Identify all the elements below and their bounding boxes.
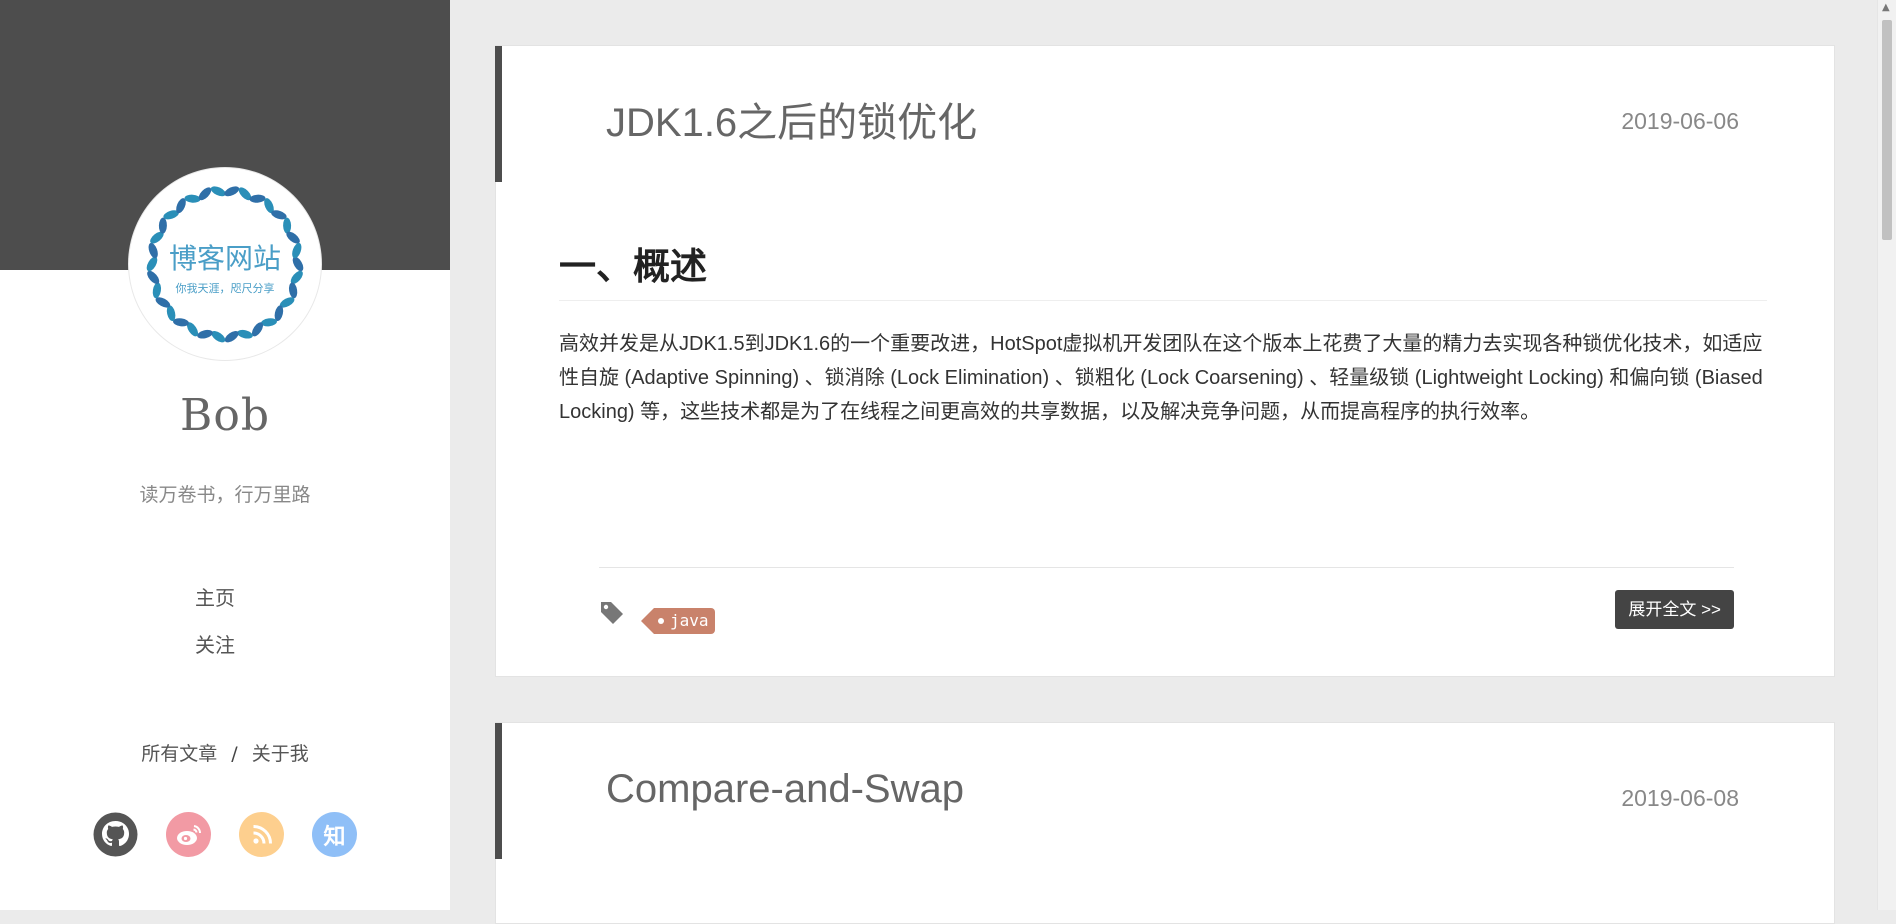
- wreath-leaf: [249, 194, 266, 203]
- sidebar: 博客网站 你我天涯，咫尺分享 Bob 读万卷书，行万里路 主页 关注 所有文章 /…: [0, 0, 450, 910]
- github-icon[interactable]: [93, 812, 138, 857]
- scrollbar-thumb[interactable]: [1882, 20, 1892, 240]
- wreath-leaf: [152, 282, 162, 299]
- sidebar-nav: 主页 关注: [0, 585, 430, 658]
- svg-text:你我天涯，咫尺分享: 你我天涯，咫尺分享: [176, 281, 275, 295]
- wreath-leaf: [224, 331, 239, 343]
- rss-icon[interactable]: [239, 812, 284, 857]
- post-date: 2019-06-08: [1621, 785, 1739, 811]
- author-name: Bob: [180, 390, 270, 441]
- wreath-leaf: [197, 329, 213, 339]
- tag-java[interactable]: java: [641, 608, 715, 634]
- post-title[interactable]: Compare-and-Swap: [606, 767, 964, 812]
- tag-icon: [599, 600, 625, 630]
- wreath-leaf: [292, 242, 302, 259]
- post-card: JDK1.6之后的锁优化 2019-06-06 一、概述 高效并发是从JDK1.…: [495, 45, 1835, 677]
- post-accent-bar: [495, 46, 502, 182]
- post-paragraph: 高效并发是从JDK1.5到JDK1.6的一个重要改进，HotSpot虚拟机开发团…: [559, 333, 1763, 423]
- svg-text:博客网站: 博客网站: [169, 242, 281, 275]
- wreath-leaf: [261, 318, 277, 327]
- nav-follow-link[interactable]: 关注: [195, 632, 235, 658]
- nav-home-link[interactable]: 主页: [195, 585, 235, 611]
- wreath-leaf: [158, 217, 167, 234]
- about-me-link[interactable]: 关于我: [252, 743, 309, 765]
- wreath-leaf: [173, 318, 189, 327]
- social-links: 知: [93, 812, 357, 857]
- post-excerpt: 一、概述 高效并发是从JDK1.5到JDK1.6的一个重要改进，HotSpot虚…: [559, 236, 1767, 429]
- post-date: 2019-06-06: [1621, 108, 1739, 134]
- wreath-leaf: [148, 242, 158, 259]
- wreath-leaf: [224, 186, 240, 197]
- wreath-leaf: [288, 282, 298, 299]
- post-card: Compare-and-Swap 2019-06-08: [495, 722, 1835, 924]
- wreath-leaf: [237, 329, 253, 339]
- post-footer: java 展开全文 >>: [599, 567, 1734, 638]
- page-scrollbar[interactable]: ▲: [1877, 0, 1896, 910]
- weibo-icon[interactable]: [166, 812, 211, 857]
- zhihu-icon[interactable]: 知: [312, 812, 357, 857]
- scroll-up-arrow-icon[interactable]: ▲: [1882, 2, 1890, 13]
- wreath-leaf: [184, 194, 201, 203]
- wreath-leaf: [292, 256, 304, 272]
- wreath-leaf: [146, 256, 158, 272]
- read-more-button[interactable]: 展开全文 >>: [1615, 590, 1734, 629]
- all-posts-link[interactable]: 所有文章: [141, 743, 217, 765]
- avatar-logo: 博客网站 你我天涯，咫尺分享: [146, 186, 304, 343]
- avatar[interactable]: 博客网站 你我天涯，咫尺分享: [129, 168, 321, 360]
- post-accent-bar: [495, 723, 502, 859]
- author-motto: 读万卷书，行万里路: [139, 484, 311, 506]
- links-separator: /: [231, 743, 238, 765]
- post-section-heading: 一、概述: [559, 236, 1767, 301]
- sidebar-links: 所有文章 / 关于我: [0, 739, 450, 766]
- wreath-leaf: [283, 217, 292, 234]
- wreath-leaf: [210, 186, 226, 197]
- wreath-leaf: [211, 331, 226, 343]
- post-title[interactable]: JDK1.6之后的锁优化: [606, 90, 977, 148]
